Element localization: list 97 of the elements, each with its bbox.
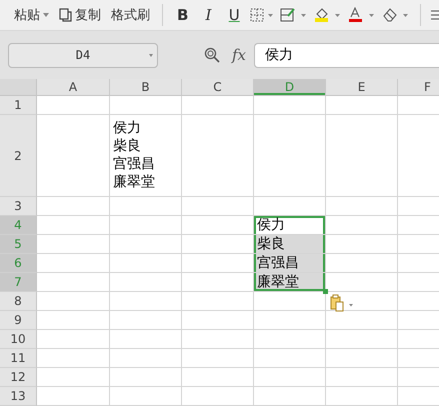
table-cell[interactable] [182,115,254,197]
column-header[interactable]: C [182,79,254,96]
table-cell[interactable] [254,292,326,311]
table-cell[interactable] [182,349,254,368]
font-color-icon[interactable] [348,7,376,23]
table-cell[interactable] [254,368,326,387]
table-cell[interactable] [37,254,110,273]
table-cell[interactable] [110,273,182,292]
function-button[interactable]: fx [232,46,246,64]
column-header[interactable]: E [326,79,398,96]
table-cell[interactable] [254,96,326,115]
format-painter-button[interactable]: 格式刷 [109,6,152,24]
merge-cells-icon[interactable] [280,7,308,23]
table-cell[interactable] [182,197,254,216]
table-cell[interactable] [326,115,398,197]
table-cell[interactable] [110,235,182,254]
table-cell[interactable] [326,254,398,273]
row-header[interactable]: 10 [0,330,37,349]
table-cell[interactable] [110,387,182,406]
eraser-icon[interactable] [382,7,410,23]
row-header[interactable]: 8 [0,292,37,311]
table-cell[interactable] [182,216,254,235]
table-cell[interactable] [326,311,398,330]
table-cell[interactable] [182,292,254,311]
bold-button[interactable]: B [172,6,193,24]
table-cell[interactable] [37,292,110,311]
fill-color-icon[interactable] [314,7,342,23]
table-cell[interactable] [37,387,110,406]
table-cell[interactable] [37,349,110,368]
table-cell[interactable] [110,292,182,311]
table-cell[interactable]: 廉翠堂 [254,273,326,292]
table-cell[interactable] [182,387,254,406]
formula-field[interactable]: 侯力 [254,42,439,68]
table-cell[interactable]: 宫强昌 [254,254,326,273]
table-cell[interactable] [326,273,398,292]
table-cell[interactable] [326,197,398,216]
select-all-corner[interactable] [0,79,37,96]
underline-button[interactable]: U [224,6,244,24]
name-box[interactable]: D4 [8,42,158,68]
table-cell[interactable] [182,96,254,115]
table-cell[interactable] [254,311,326,330]
table-cell[interactable] [110,311,182,330]
table-cell[interactable] [326,292,398,311]
row-header[interactable]: 12 [0,368,37,387]
row-header[interactable]: 2 [0,115,37,197]
table-cell[interactable] [182,368,254,387]
table-cell[interactable] [37,273,110,292]
column-header[interactable]: A [37,79,110,96]
table-cell[interactable] [254,349,326,368]
copy-button[interactable]: 复制 [57,6,103,24]
table-cell[interactable] [110,254,182,273]
table-cell[interactable] [254,330,326,349]
column-header[interactable]: F [398,79,439,96]
table-cell[interactable] [326,216,398,235]
table-cell[interactable]: 柴良 [254,235,326,254]
row-header[interactable]: 1 [0,96,37,115]
table-cell[interactable] [326,368,398,387]
table-cell[interactable] [254,115,326,197]
table-cell[interactable] [110,96,182,115]
table-cell[interactable] [110,216,182,235]
table-cell[interactable] [326,349,398,368]
table-cell[interactable] [326,330,398,349]
table-cell[interactable] [182,330,254,349]
paste-options-icon[interactable] [330,294,356,312]
table-cell[interactable]: 侯力 柴良 宫强昌 廉翠堂 [110,115,182,197]
row-header[interactable]: 3 [0,197,37,216]
table-cell[interactable] [326,96,398,115]
table-cell[interactable] [326,235,398,254]
table-cell[interactable] [37,368,110,387]
table-cell[interactable] [254,197,326,216]
row-header[interactable]: 11 [0,349,37,368]
table-cell[interactable] [110,368,182,387]
table-cell[interactable] [110,197,182,216]
table-cell[interactable] [37,330,110,349]
table-cell[interactable] [37,115,110,197]
copy-icon [59,8,72,22]
table-cell[interactable] [37,235,110,254]
row-header[interactable]: 13 [0,387,37,406]
italic-button[interactable]: I [198,6,218,24]
table-cell[interactable] [254,387,326,406]
table-cell[interactable] [110,349,182,368]
table-cell[interactable] [182,311,254,330]
table-cell[interactable] [37,216,110,235]
fill-handle[interactable] [323,289,328,294]
borders-icon[interactable] [250,8,274,22]
table-cell[interactable] [37,311,110,330]
column-header[interactable]: B [110,79,182,96]
caret-icon [43,13,49,17]
table-cell[interactable] [37,197,110,216]
table-cell[interactable] [37,96,110,115]
row-header[interactable]: 9 [0,311,37,330]
table-cell[interactable] [326,387,398,406]
table-cell[interactable] [110,330,182,349]
zoom-icon[interactable] [204,47,220,63]
table-cell[interactable]: 侯力 [254,216,326,235]
paste-button[interactable]: 粘贴 [12,6,51,24]
align-icon[interactable] [431,9,439,21]
